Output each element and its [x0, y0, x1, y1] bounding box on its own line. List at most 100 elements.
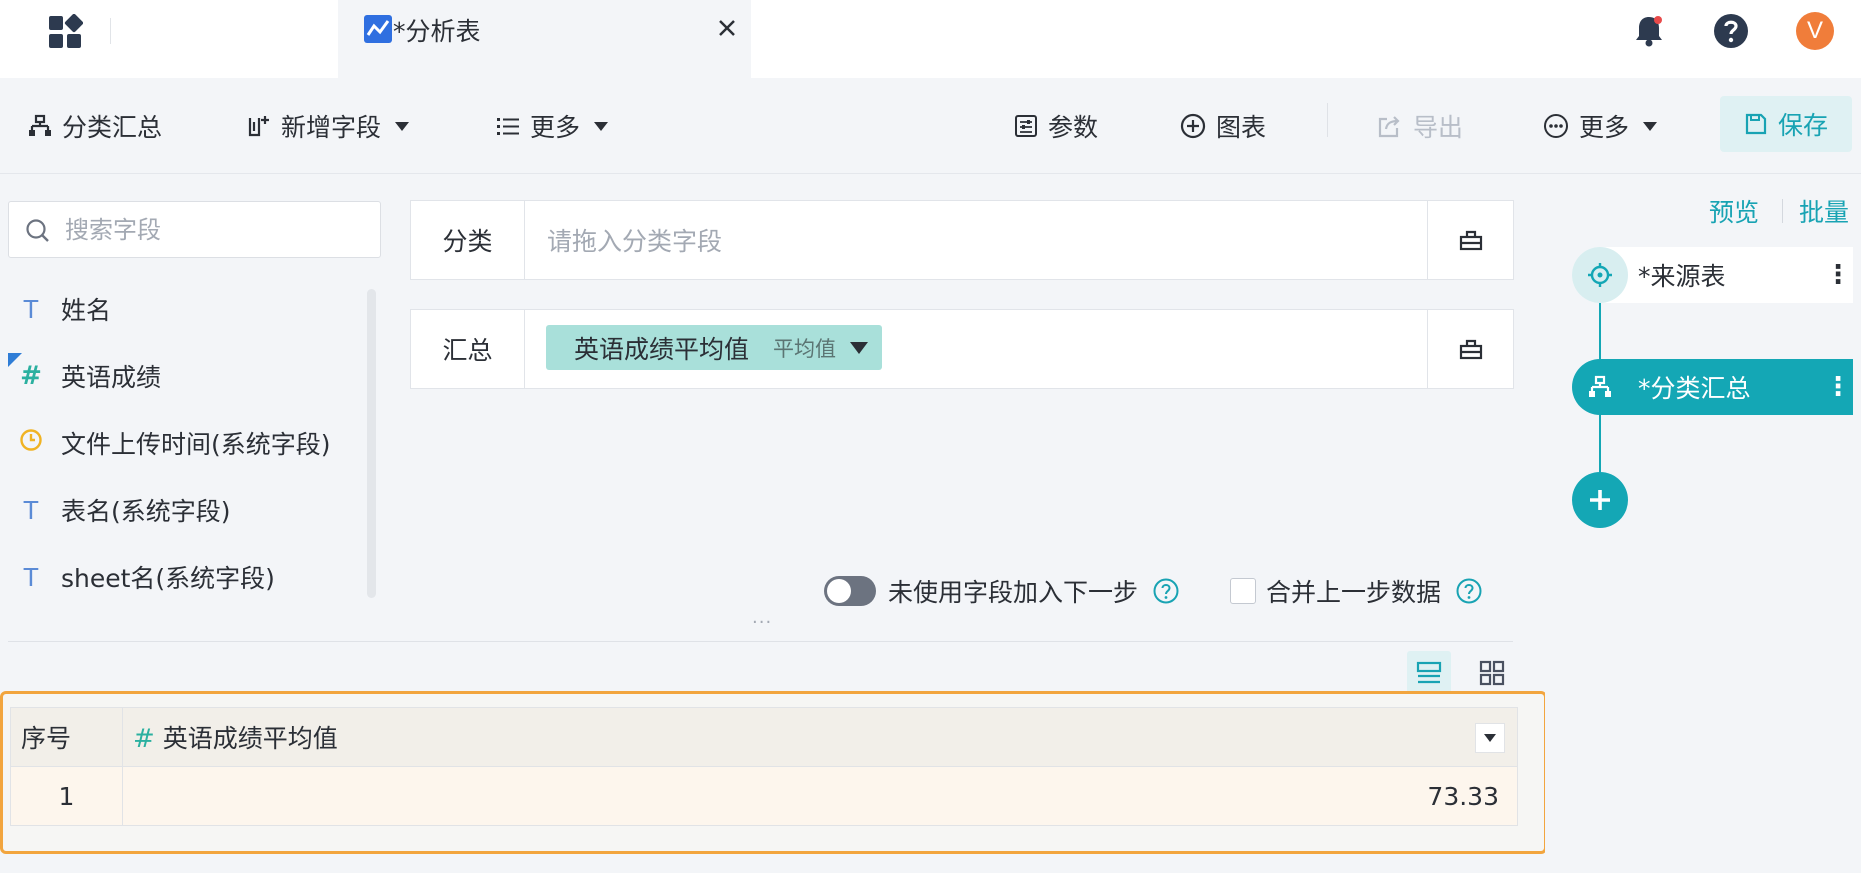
list-icon: [497, 118, 519, 135]
node-icon-wrap: [1572, 247, 1628, 303]
field-search: [8, 201, 381, 258]
summary-clear-button[interactable]: [1427, 310, 1513, 388]
more-left-label: 更多: [530, 113, 581, 142]
more-vertical-icon[interactable]: ⋮: [1823, 372, 1853, 402]
summary-row: 汇总 英语成绩平均值 平均值: [410, 309, 1514, 389]
number-type-icon: #: [8, 353, 46, 391]
chart-button[interactable]: 图表: [1180, 106, 1266, 146]
help-icon[interactable]: [1711, 11, 1751, 51]
hierarchy-icon: [29, 114, 51, 136]
export-button[interactable]: 导出: [1377, 106, 1463, 146]
grid-icon: [1479, 660, 1505, 686]
apps-grid-icon[interactable]: [47, 14, 83, 50]
avatar[interactable]: V: [1796, 12, 1834, 50]
merge-prev-label: 合并上一步数据: [1266, 578, 1442, 607]
add-field-label: 新增字段: [281, 113, 382, 142]
chevron-down-icon: [594, 121, 609, 131]
column-header-seq: 序号: [10, 707, 123, 767]
chevron-down-icon[interactable]: [850, 341, 869, 354]
field-label: 表名(系统字段): [61, 497, 231, 526]
field-label: 英语成绩: [61, 363, 162, 392]
close-icon[interactable]: [713, 14, 741, 42]
question-circle-icon[interactable]: [1152, 577, 1180, 605]
unused-fields-option: 未使用字段加入下一步: [824, 571, 1180, 611]
add-step-button[interactable]: [1572, 472, 1628, 528]
column-header-label: 英语成绩平均值: [162, 724, 338, 753]
search-input[interactable]: [65, 211, 365, 249]
field-item-upload-time[interactable]: 文件上传时间(系统字段): [16, 423, 331, 463]
more-menu-right-button[interactable]: 更多: [1543, 106, 1658, 146]
node-icon-wrap: [1572, 359, 1628, 415]
more-circle-icon: [1544, 114, 1568, 138]
crosshair-icon: [1588, 263, 1612, 287]
field-label: 文件上传时间(系统字段): [61, 430, 331, 459]
flow-link-divider: [1782, 199, 1783, 223]
flow-node-source[interactable]: *来源表 ⋮: [1572, 247, 1853, 303]
field-item-sheet-name[interactable]: T sheet名(系统字段): [16, 557, 275, 597]
grid-view-button[interactable]: [1470, 651, 1514, 695]
chip-field-label: 英语成绩平均值: [574, 334, 750, 364]
toggle-knob: [827, 579, 851, 603]
list-view-button[interactable]: [1407, 651, 1451, 695]
hierarchy-icon: [1589, 375, 1611, 397]
question-circle-icon[interactable]: [1455, 577, 1483, 605]
text-type-icon: T: [23, 494, 39, 525]
cell-seq: 1: [10, 766, 123, 826]
chevron-down-icon: [1643, 121, 1658, 131]
unused-fields-label: 未使用字段加入下一步: [888, 578, 1139, 607]
more-right-label: 更多: [1579, 113, 1630, 142]
chevron-down-icon: [1484, 734, 1496, 742]
cell-english-avg: 73.33: [122, 766, 1518, 826]
column-header-english-avg[interactable]: # 英语成绩平均值: [122, 707, 1518, 767]
table-row[interactable]: 1 73.33: [10, 766, 1518, 826]
field-label: sheet名(系统字段): [61, 564, 275, 593]
toolbar-divider: [1327, 103, 1328, 137]
bell-icon[interactable]: [1629, 11, 1669, 51]
tab-bar: *分析表 V: [0, 0, 1861, 78]
chevron-down-icon: [395, 121, 410, 131]
field-label: 姓名: [61, 296, 112, 325]
category-summary-button[interactable]: 分类汇总: [28, 106, 162, 146]
more-menu-left-button[interactable]: 更多: [496, 106, 609, 146]
summary-field-chip[interactable]: 英语成绩平均值 平均值: [546, 325, 883, 370]
more-vertical-icon[interactable]: ⋮: [1823, 260, 1853, 290]
params-button[interactable]: 参数: [1014, 106, 1098, 146]
tab-analysis-table[interactable]: *分析表: [338, 0, 751, 78]
result-table: 序号 # 英语成绩平均值 1 73.33: [10, 707, 1518, 826]
eraser-icon: [1459, 339, 1482, 360]
rows-icon: [1416, 661, 1442, 684]
text-type-icon: T: [23, 293, 39, 324]
flow-node-category-summary[interactable]: *分类汇总 ⋮: [1572, 359, 1853, 415]
chart-label: 图表: [1216, 113, 1267, 142]
merge-prev-checkbox[interactable]: [1230, 578, 1256, 604]
export-icon: [1378, 116, 1400, 138]
preview-link[interactable]: 预览: [1709, 193, 1759, 229]
save-button[interactable]: 保存: [1720, 96, 1852, 152]
field-item-table-name[interactable]: T 表名(系统字段): [16, 490, 231, 530]
category-summary-label: 分类汇总: [62, 113, 163, 142]
tab-label: *分析表: [393, 17, 481, 46]
category-row: 分类 请拖入分类字段: [410, 200, 1514, 280]
flow-connector: [1599, 415, 1601, 472]
save-label: 保存: [1777, 111, 1828, 140]
line-chart-icon: [364, 15, 392, 43]
text-type-icon: T: [23, 561, 39, 592]
add-field-button[interactable]: 新增字段: [247, 106, 410, 146]
params-label: 参数: [1048, 113, 1099, 142]
category-clear-button[interactable]: [1427, 201, 1513, 279]
field-item-name[interactable]: T 姓名: [16, 289, 111, 329]
add-column-icon: [248, 116, 269, 137]
resize-handle[interactable]: ···: [752, 612, 772, 633]
clock-icon: [16, 428, 46, 459]
field-item-english-score[interactable]: # 英语成绩: [8, 353, 162, 396]
table-header-row: 序号 # 英语成绩平均值: [10, 707, 1518, 767]
summary-label: 汇总: [411, 310, 525, 388]
column-menu-button[interactable]: [1475, 723, 1505, 753]
eraser-icon: [1459, 230, 1482, 251]
field-list-scrollbar[interactable]: [367, 289, 376, 598]
unused-fields-toggle[interactable]: [824, 576, 876, 606]
category-dropzone[interactable]: 请拖入分类字段: [525, 201, 1427, 279]
batch-link[interactable]: 批量: [1799, 193, 1849, 229]
chip-agg-label: 平均值: [773, 336, 837, 361]
search-icon: [26, 219, 49, 242]
